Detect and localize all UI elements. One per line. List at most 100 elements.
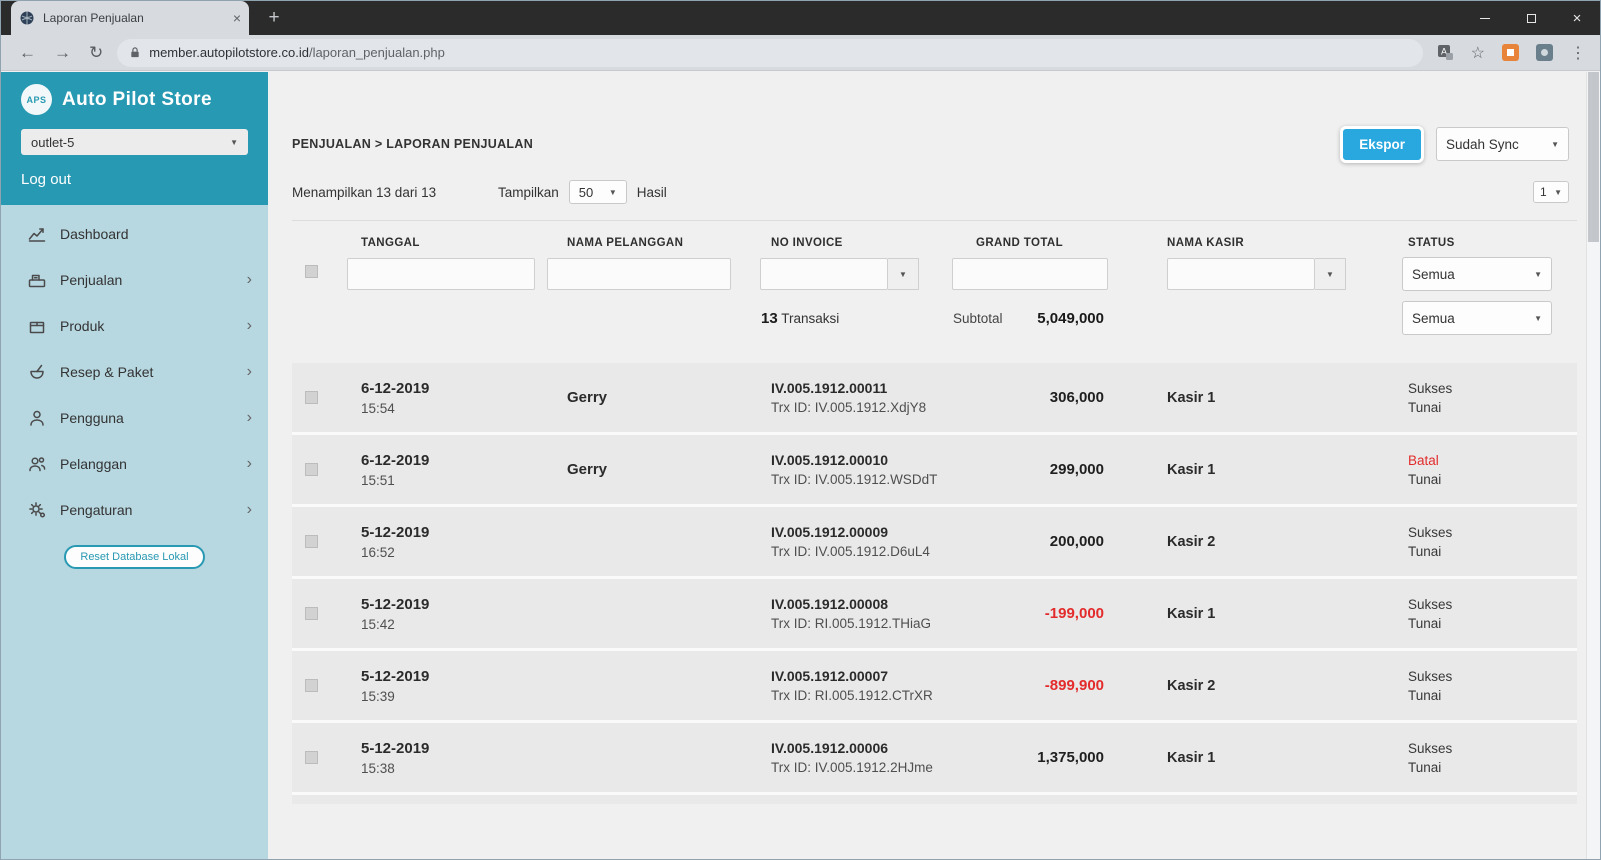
back-icon[interactable]: ←: [19, 43, 36, 63]
caret-down-icon: ▼: [1534, 314, 1542, 323]
chevron-right-icon: ›: [247, 363, 252, 381]
row-checkbox[interactable]: [305, 535, 318, 548]
select-all-checkbox[interactable]: [305, 265, 318, 278]
page-number-select[interactable]: 1 ▼: [1533, 181, 1569, 203]
status-filter-select[interactable]: Semua ▼: [1402, 257, 1552, 291]
scrollbar-thumb[interactable]: [1588, 72, 1599, 242]
chevron-right-icon: ›: [247, 455, 252, 473]
row-cashier: Kasir 1: [1167, 462, 1362, 478]
row-invoice: IV.005.1912.00006: [771, 740, 948, 756]
page-number-value: 1: [1540, 185, 1547, 199]
tab-close-icon[interactable]: ×: [233, 10, 241, 26]
status-filter-value: Semua: [1412, 267, 1455, 282]
row-checkbox[interactable]: [305, 463, 318, 476]
export-button[interactable]: Ekspor: [1340, 126, 1424, 163]
table-row[interactable]: 5-12-2019 16:52 IV.005.1912.00009 Trx ID…: [292, 507, 1577, 579]
sidebar-item-resep-paket[interactable]: Resep & Paket ›: [1, 349, 268, 395]
sidebar-top: APS Auto Pilot Store outlet-5 ▼ Log out: [1, 72, 268, 205]
filter-pelanggan-input[interactable]: [547, 258, 731, 290]
sidebar-item-produk[interactable]: Produk ›: [1, 303, 268, 349]
table-row[interactable]: 5-12-2019 15:39 IV.005.1912.00007 Trx ID…: [292, 651, 1577, 723]
sidebar-item-label: Pengaturan: [60, 502, 234, 518]
window-close-button[interactable]: ×: [1554, 1, 1600, 35]
filter-kasir-input[interactable]: [1167, 258, 1315, 290]
page-size-label: Tampilkan: [498, 185, 559, 200]
window-minimize-button[interactable]: [1462, 1, 1508, 35]
row-date: 5-12-2019: [361, 596, 547, 613]
new-tab-button[interactable]: +: [261, 7, 287, 29]
caret-down-icon: ▼: [1554, 188, 1562, 197]
browser-toolbar: ← → ↻ member.autopilotstore.co.id/lapora…: [1, 35, 1600, 71]
row-invoice: IV.005.1912.00008: [771, 596, 948, 612]
extension-icon-orange[interactable]: [1502, 44, 1519, 61]
page-header: PENJUALAN > LAPORAN PENJUALAN Ekspor Sud…: [292, 124, 1569, 164]
row-checkbox[interactable]: [305, 751, 318, 764]
row-status: Sukses: [1408, 597, 1577, 612]
browser-menu-kebab-icon[interactable]: ⋮: [1570, 43, 1586, 63]
sidebar-item-pengaturan[interactable]: Pengaturan ›: [1, 487, 268, 533]
reset-database-button[interactable]: Reset Database Lokal: [64, 545, 204, 569]
row-invoice: IV.005.1912.00011: [771, 380, 948, 396]
sidebar-item-label: Resep & Paket: [60, 364, 234, 380]
kasir-filter-dropdown-button[interactable]: ▼: [1315, 258, 1346, 290]
browser-tab[interactable]: Laporan Penjualan ×: [11, 1, 249, 35]
sidebar-item-pelanggan[interactable]: Pelanggan ›: [1, 441, 268, 487]
browser-window: Laporan Penjualan × + × ← → ↻ member.aut…: [0, 0, 1601, 860]
table-row[interactable]: 6-12-2019 15:54 Gerry IV.005.1912.00011 …: [292, 363, 1577, 435]
sidebar-item-pengguna[interactable]: Pengguna ›: [1, 395, 268, 441]
filter-invoice-input[interactable]: [760, 258, 888, 290]
row-time: 15:39: [361, 689, 547, 704]
filter-tanggal-input[interactable]: [347, 258, 535, 290]
sync-status-select[interactable]: Sudah Sync ▼: [1436, 127, 1569, 161]
refresh-icon[interactable]: ↻: [89, 43, 103, 63]
table-row[interactable]: 5-12-2019 15:38 IV.005.1912.00006 Trx ID…: [292, 723, 1577, 795]
outlet-select-value: outlet-5: [31, 135, 74, 150]
subtotal: Subtotal 5,049,000: [948, 310, 1112, 327]
row-grand-total: 200,000: [1050, 533, 1104, 550]
translate-icon[interactable]: A: [1437, 44, 1454, 61]
sales-icon: [27, 270, 47, 290]
vertical-scrollbar[interactable]: [1586, 72, 1600, 859]
row-cashier: Kasir 2: [1167, 678, 1362, 694]
tab-favicon-globe-icon: [19, 10, 35, 26]
column-header-grand-total: GRAND TOTAL: [948, 237, 1112, 249]
column-header-nama-kasir: NAMA KASIR: [1112, 237, 1362, 249]
user-icon: [27, 408, 47, 428]
outlet-select[interactable]: outlet-5 ▼: [21, 129, 248, 155]
row-checkbox[interactable]: [305, 607, 318, 620]
table-row[interactable]: 5-12-2019 15:42 IV.005.1912.00008 Trx ID…: [292, 579, 1577, 651]
table-body: 6-12-2019 15:54 Gerry IV.005.1912.00011 …: [292, 363, 1577, 795]
forward-icon[interactable]: →: [54, 43, 71, 63]
sidebar: APS Auto Pilot Store outlet-5 ▼ Log out …: [1, 72, 268, 859]
row-time: 15:54: [361, 401, 547, 416]
bookmark-star-icon[interactable]: ☆: [1471, 43, 1485, 63]
gear-icon: [27, 500, 47, 520]
row-status: Sukses: [1408, 525, 1577, 540]
sidebar-item-label: Dashboard: [60, 226, 252, 242]
sidebar-item-label: Penjualan: [60, 272, 234, 288]
window-maximize-button[interactable]: [1508, 1, 1554, 35]
caret-down-icon: ▼: [1326, 270, 1334, 279]
sidebar-item-dashboard[interactable]: Dashboard: [1, 211, 268, 257]
table-row[interactable]: 6-12-2019 15:51 Gerry IV.005.1912.00010 …: [292, 435, 1577, 507]
product-box-icon: [27, 316, 47, 336]
invoice-filter-dropdown-button[interactable]: ▼: [888, 258, 919, 290]
row-trx-id: Trx ID: IV.005.1912.XdjY8: [771, 400, 948, 415]
row-grand-total: -899,900: [1045, 677, 1104, 694]
extension-icon-grey[interactable]: [1536, 44, 1553, 61]
payment-filter-value: Semua: [1412, 311, 1455, 326]
customers-icon: [27, 454, 47, 474]
row-checkbox[interactable]: [305, 391, 318, 404]
row-checkbox[interactable]: [305, 679, 318, 692]
page-size-select[interactable]: 50 ▼: [569, 180, 627, 204]
address-bar[interactable]: member.autopilotstore.co.id/laporan_penj…: [117, 39, 1422, 67]
brand-logo: APS: [21, 84, 52, 115]
payment-filter-select[interactable]: Semua ▼: [1402, 301, 1552, 335]
row-cashier: Kasir 1: [1167, 390, 1362, 406]
row-customer: Gerry: [567, 389, 752, 406]
caret-down-icon: ▼: [1551, 140, 1559, 149]
sidebar-item-penjualan[interactable]: Penjualan ›: [1, 257, 268, 303]
filter-grand-total-input[interactable]: [952, 258, 1108, 290]
logout-link[interactable]: Log out: [21, 171, 71, 188]
brand-name: Auto Pilot Store: [62, 89, 212, 111]
